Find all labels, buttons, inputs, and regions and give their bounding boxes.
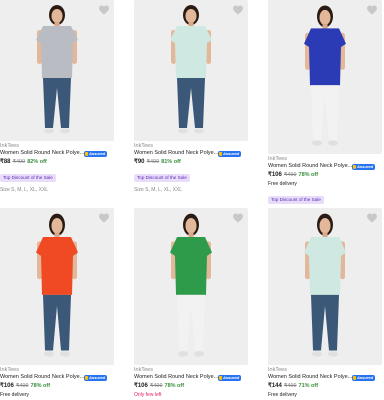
product-mrp: ₹499 [146, 159, 160, 165]
wishlist-heart-icon[interactable] [366, 212, 378, 224]
model-figure [268, 0, 382, 154]
wishlist-heart-icon[interactable] [232, 212, 244, 224]
product-title[interactable]: Women Solid Round Neck Polye... [268, 163, 352, 170]
product-brand: InkTees [0, 143, 19, 149]
product-price: ₹88 [0, 159, 11, 165]
model-shoe-right [328, 140, 338, 146]
sale-tag: Top Discount of the Sale [134, 174, 190, 182]
model-shoe-left [44, 128, 54, 134]
delivery-info: Free delivery [268, 392, 297, 398]
product-discount: 78% off [164, 383, 185, 389]
product-card[interactable]: InkTees Women Solid Round Neck Polye... A… [268, 0, 384, 206]
product-title[interactable]: Women Solid Round Neck Polye... [0, 150, 84, 157]
model-shoe-right [194, 351, 204, 357]
model-shoe-right [60, 351, 70, 357]
product-grid: InkTees Women Solid Round Neck Polye... A… [0, 0, 384, 400]
assured-badge: Assured [352, 374, 376, 381]
product-title[interactable]: Women Solid Round Neck Polye... [134, 374, 218, 381]
product-image[interactable] [268, 0, 382, 154]
model-shoe-left [178, 128, 188, 134]
product-brand: InkTees [134, 143, 153, 149]
product-image[interactable] [0, 208, 114, 365]
model-figure [134, 208, 248, 365]
product-price: ₹90 [134, 159, 145, 165]
model-shoe-right [194, 128, 204, 134]
model-tshirt [304, 28, 346, 86]
product-price: ₹144 [268, 383, 282, 389]
product-image[interactable] [0, 0, 114, 141]
product-card[interactable]: InkTees Women Solid Round Neck Polye... A… [268, 208, 384, 399]
product-discount: 78% off [298, 172, 319, 178]
model-shoe-right [60, 128, 70, 134]
product-brand: InkTees [134, 367, 153, 373]
model-head [51, 9, 63, 23]
wishlist-heart-icon[interactable] [98, 212, 110, 224]
product-brand: InkTees [268, 156, 287, 162]
product-title[interactable]: Women Solid Round Neck Polye... [134, 150, 218, 157]
product-image[interactable] [268, 208, 382, 365]
product-discount: 71% off [298, 383, 319, 389]
product-image[interactable] [134, 0, 248, 141]
model-tshirt [304, 236, 346, 295]
product-discount: 78% off [30, 383, 51, 389]
delivery-info: Free delivery [268, 181, 297, 187]
assured-badge: Assured [218, 374, 242, 381]
product-card[interactable]: InkTees Women Solid Round Neck Polye... A… [0, 0, 116, 194]
product-title[interactable]: Women Solid Round Neck Polye... [0, 374, 84, 381]
model-tshirt [170, 236, 212, 295]
sale-tag: Top Discount of the Sale [0, 174, 56, 182]
product-discount: 82% off [27, 159, 47, 165]
product-mrp: ₹499 [149, 383, 163, 389]
sale-tag: Top Discount of the Sale [268, 196, 324, 204]
model-figure [0, 0, 114, 141]
product-card[interactable]: InkTees Women Solid Round Neck Polye... A… [0, 208, 116, 399]
model-head [51, 218, 63, 234]
model-figure [134, 0, 248, 141]
assured-badge: Assured [84, 374, 108, 381]
wishlist-heart-icon[interactable] [232, 4, 244, 16]
assured-badge: Assured [352, 163, 376, 170]
product-brand: InkTees [0, 367, 19, 373]
assured-badge: Assured [218, 150, 242, 157]
model-shoe-left [44, 351, 54, 357]
model-shoe-right [328, 351, 338, 357]
product-price: ₹106 [0, 383, 14, 389]
product-price: ₹106 [134, 383, 148, 389]
product-sizes: Size S, M, L, XL, XXL [134, 187, 183, 193]
model-shoe-left [312, 351, 322, 357]
product-card[interactable]: InkTees Women Solid Round Neck Polye... A… [134, 208, 250, 399]
model-tshirt [36, 26, 78, 78]
product-mrp: ₹499 [283, 383, 297, 389]
product-discount: 81% off [161, 159, 181, 165]
delivery-info: Free delivery [0, 392, 29, 398]
product-card[interactable]: InkTees Women Solid Round Neck Polye... A… [134, 0, 250, 194]
model-tshirt [36, 236, 78, 295]
product-brand: InkTees [268, 367, 287, 373]
product-price: ₹106 [268, 172, 282, 178]
model-head [319, 218, 331, 234]
model-figure [0, 208, 114, 365]
product-mrp: ₹499 [283, 172, 297, 178]
product-mrp: ₹499 [15, 383, 29, 389]
product-sizes: Size S, M, L, XL, XXL [0, 187, 49, 193]
model-figure [268, 208, 382, 365]
model-shoe-left [312, 140, 322, 146]
product-image[interactable] [134, 208, 248, 365]
model-tshirt [170, 26, 212, 78]
wishlist-heart-icon[interactable] [366, 4, 378, 16]
model-head [319, 9, 331, 26]
wishlist-heart-icon[interactable] [98, 4, 110, 16]
product-mrp: ₹499 [12, 159, 26, 165]
product-title[interactable]: Women Solid Round Neck Polye... [268, 374, 352, 381]
assured-badge: Assured [84, 150, 108, 157]
stock-warning: Only few left [134, 392, 162, 398]
model-head [185, 9, 197, 23]
model-head [185, 218, 197, 234]
model-shoe-left [178, 351, 188, 357]
